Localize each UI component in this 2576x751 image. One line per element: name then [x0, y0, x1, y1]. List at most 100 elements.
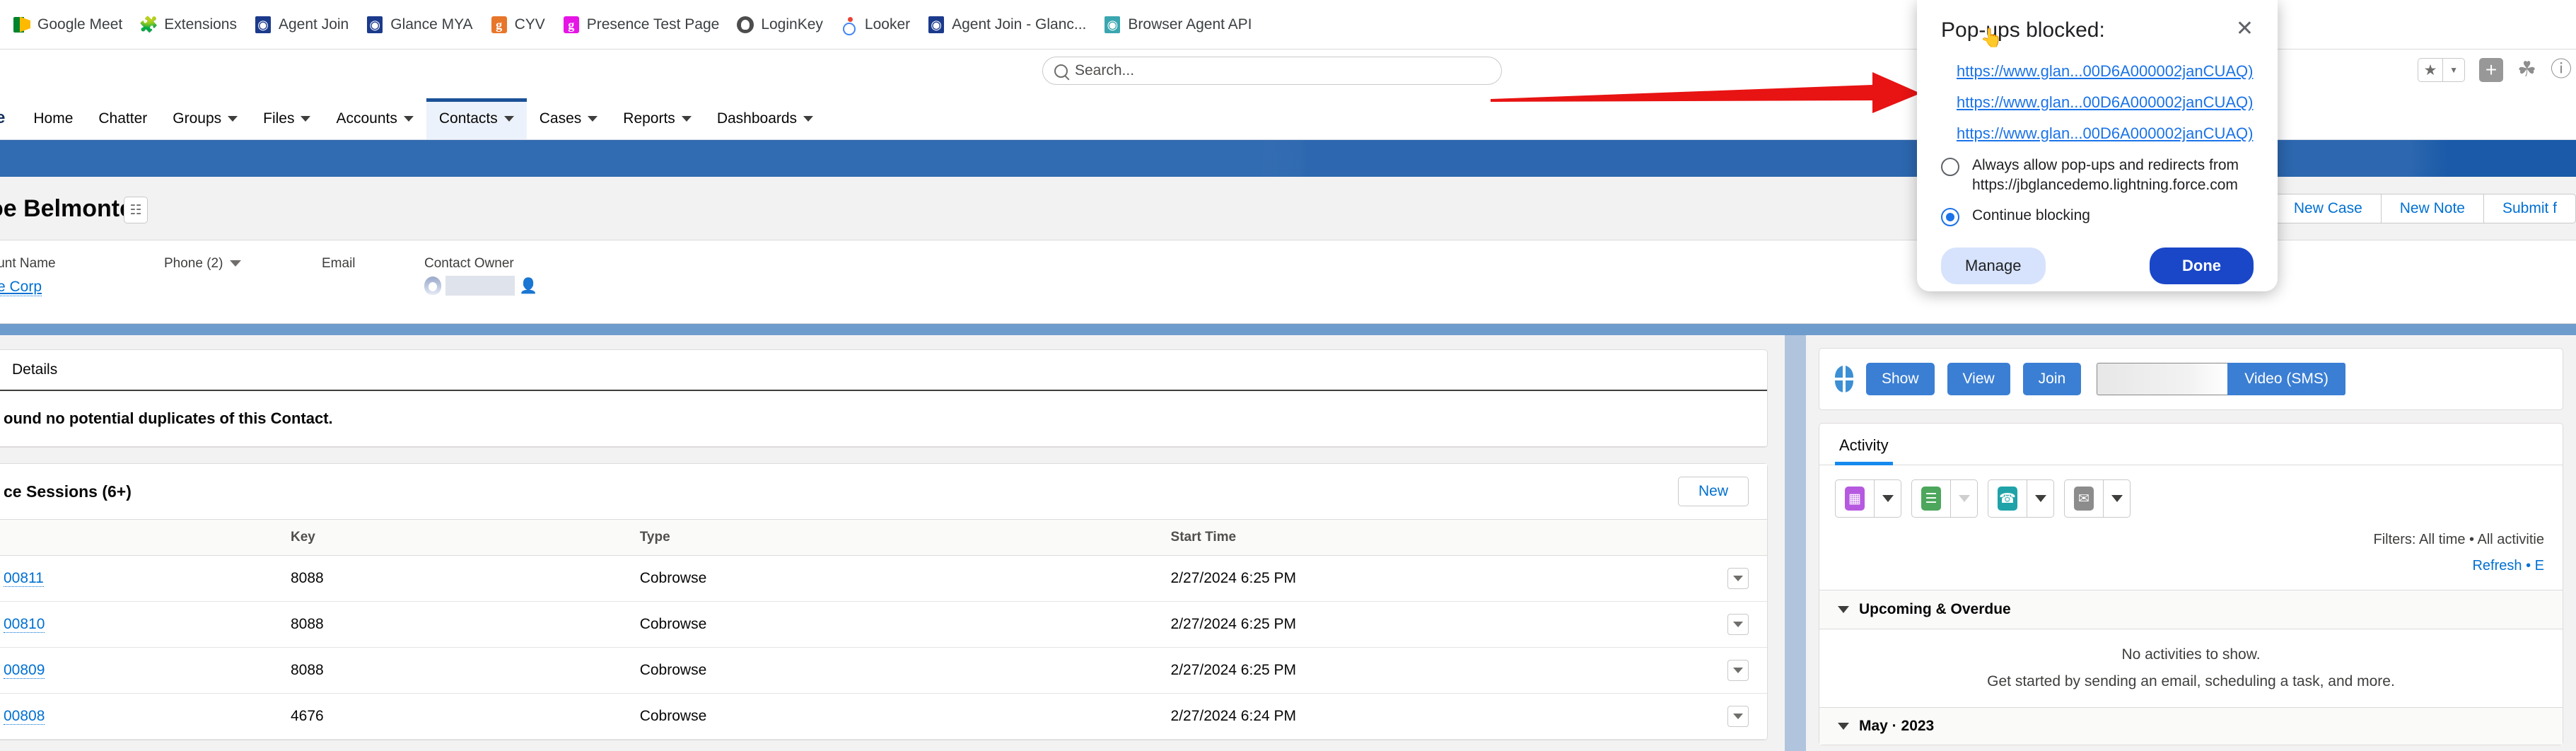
change-owner-icon[interactable]: 👤 [519, 279, 537, 293]
send-email-button-group[interactable]: ✉ [2064, 479, 2131, 518]
nav-item-files[interactable]: Files [250, 98, 323, 139]
radio-block[interactable] [1941, 208, 1959, 226]
new-session-button[interactable]: New [1678, 477, 1749, 506]
tab-details[interactable]: Details [4, 349, 66, 390]
expand-all-link[interactable]: E [2535, 558, 2544, 574]
chevron-down-icon[interactable]: ▼ [2443, 59, 2464, 81]
field-account-name: Account Name Acme Corp [0, 256, 56, 296]
nav-item-chatter[interactable]: Chatter [86, 98, 160, 139]
bookmark-google-meet[interactable]: Google Meet [6, 13, 132, 37]
bookmark-browser-agent-api[interactable]: ◉ Browser Agent API [1096, 13, 1261, 37]
cell-row-actions [1680, 648, 1767, 694]
cloud-setup-icon[interactable]: ☘ [2517, 59, 2536, 81]
row-actions-button[interactable] [1727, 614, 1749, 635]
nav-item-contacts[interactable]: Contacts [426, 98, 527, 139]
call-menu-chevron-down-icon[interactable] [2027, 480, 2053, 517]
star-icon[interactable]: ★ [2418, 59, 2442, 81]
nav-item-groups[interactable]: Groups [160, 98, 250, 139]
refresh-link[interactable]: Refresh [2472, 558, 2522, 574]
new-case-button[interactable]: New Case [2275, 194, 2382, 223]
nav-item-dashboards[interactable]: Dashboards [704, 98, 826, 139]
option-continue-blocking[interactable]: Continue blocking [1941, 206, 2254, 226]
hierarchy-icon[interactable]: ☷ [124, 197, 148, 223]
email-menu-chevron-down-icon[interactable] [2103, 480, 2130, 517]
blocked-popup-link[interactable]: https://www.glan...00D6A000002janCUAQ) [1957, 124, 2253, 142]
activity-month-header[interactable]: May · 2023 [1819, 707, 2563, 745]
video-sms-button[interactable]: Video (SMS) [2227, 363, 2345, 395]
session-link[interactable]: 00811 [4, 570, 44, 587]
new-task-button-group[interactable]: ☰ [1911, 479, 1978, 518]
table-row[interactable]: 00809 8088 Cobrowse 2/27/2024 6:25 PM [0, 648, 1767, 694]
table-row[interactable]: 00811 8088 Cobrowse 2/27/2024 6:25 PM [0, 556, 1767, 602]
manage-button[interactable]: Manage [1941, 248, 2046, 284]
global-actions-plus-button[interactable]: + [2479, 58, 2503, 82]
bookmark-label: Browser Agent API [1128, 17, 1252, 32]
bookmark-looker[interactable]: Looker [833, 13, 920, 37]
row-actions-button[interactable] [1727, 706, 1749, 727]
sms-phone-input[interactable] [2097, 363, 2227, 395]
nav-item-reports[interactable]: Reports [610, 98, 704, 139]
nav-item-cases[interactable]: Cases [527, 98, 611, 139]
global-search-box[interactable]: Search... [1042, 57, 1502, 85]
cell-name[interactable]: 00808 [0, 694, 291, 740]
task-icon[interactable]: ☰ [1912, 480, 1950, 517]
bookmark-presence-test-page[interactable]: g Presence Test Page [555, 13, 730, 37]
session-link[interactable]: 00808 [4, 708, 45, 725]
new-note-button[interactable]: New Note [2382, 194, 2484, 223]
close-icon[interactable]: ✕ [2236, 18, 2254, 40]
nav-item-label: Contacts [439, 110, 498, 127]
new-event-button-group[interactable]: ▦ [1835, 479, 1901, 518]
option-allow-popups[interactable]: Always allow pop-ups and redirects from … [1941, 156, 2254, 196]
show-button[interactable]: Show [1866, 363, 1935, 395]
bookmark-cyv[interactable]: g CYV [483, 13, 555, 37]
owner-name-redacted [445, 276, 515, 296]
column-header-name[interactable] [0, 520, 291, 556]
tab-activity[interactable]: Activity [1835, 424, 1893, 465]
dialog-buttons: Manage Done [1941, 248, 2254, 284]
section-title: Upcoming & Overdue [1859, 601, 2011, 618]
nav-item-accounts[interactable]: Accounts [323, 98, 426, 139]
separator: • [2526, 558, 2531, 574]
account-name-link[interactable]: Acme Corp [0, 279, 42, 296]
table-row[interactable]: 00808 4676 Cobrowse 2/27/2024 6:24 PM [0, 694, 1767, 740]
event-icon[interactable]: ▦ [1836, 480, 1874, 517]
column-header-key[interactable]: Key [291, 520, 640, 556]
cell-key: 8088 [291, 602, 640, 648]
session-link[interactable]: 00810 [4, 616, 45, 633]
cell-name[interactable]: 00809 [0, 648, 291, 694]
bookmark-agent-join-glance[interactable]: ◉ Agent Join - Glanc... [920, 13, 1096, 37]
blocked-popup-link[interactable]: https://www.glan...00D6A000002janCUAQ) [1957, 62, 2253, 80]
column-header-start-time[interactable]: Start Time [1171, 520, 1680, 556]
cell-name[interactable]: 00810 [0, 602, 291, 648]
view-button[interactable]: View [1947, 363, 2010, 395]
upcoming-overdue-header[interactable]: Upcoming & Overdue [1819, 590, 2563, 629]
bookmark-agent-join[interactable]: ◉ Agent Join [247, 13, 359, 37]
favorites-button-group[interactable]: ★ ▼ [2418, 58, 2465, 82]
radio-allow[interactable] [1941, 158, 1959, 176]
event-menu-chevron-down-icon[interactable] [1874, 480, 1901, 517]
bookmark-loginkey[interactable]: LoginKey [729, 13, 833, 37]
chevron-down-icon[interactable] [230, 260, 241, 267]
session-link[interactable]: 00809 [4, 662, 45, 679]
search-input[interactable]: Search... [1075, 62, 1134, 79]
email-icon[interactable]: ✉ [2065, 480, 2103, 517]
help-icon[interactable]: ⓘ [2551, 59, 2572, 81]
call-icon[interactable]: ☎ [1988, 480, 2027, 517]
table-header-row: Key Type Start Time [0, 520, 1767, 556]
cell-name[interactable]: 00811 [0, 556, 291, 602]
bookmark-extensions[interactable]: 🧩 Extensions [132, 13, 247, 37]
activity-empty-state: No activities to show. Get started by se… [1819, 629, 2563, 707]
done-button[interactable]: Done [2150, 248, 2254, 284]
submit-for-approval-button[interactable]: Submit f [2484, 194, 2575, 223]
log-a-call-button-group[interactable]: ☎ [1988, 479, 2054, 518]
task-menu-chevron-down-icon[interactable] [1950, 480, 1977, 517]
nav-item-home[interactable]: Home [21, 98, 86, 139]
field-label: Account Name [0, 256, 56, 272]
blocked-popup-link[interactable]: https://www.glan...00D6A000002janCUAQ) [1957, 93, 2253, 111]
column-header-type[interactable]: Type [640, 520, 1171, 556]
join-button[interactable]: Join [2023, 363, 2082, 395]
bookmark-glance-mya[interactable]: ◉ Glance MYA [359, 13, 482, 37]
table-row[interactable]: 00810 8088 Cobrowse 2/27/2024 6:25 PM [0, 602, 1767, 648]
row-actions-button[interactable] [1727, 660, 1749, 681]
row-actions-button[interactable] [1727, 568, 1749, 589]
